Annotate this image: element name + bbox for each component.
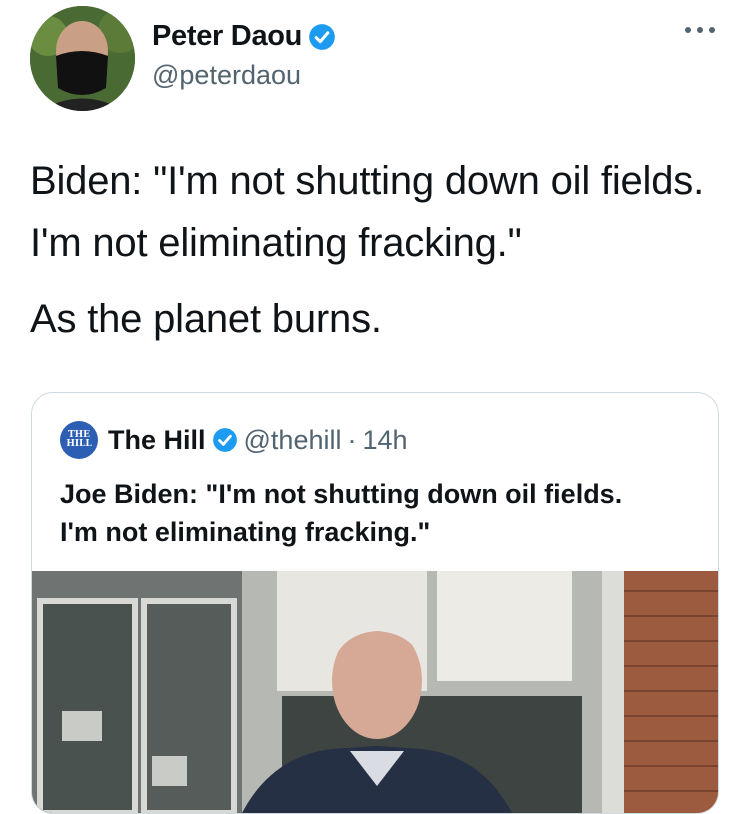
quoted-timestamp[interactable]: 14h [362,425,407,456]
quoted-text-line-2: I'm not eliminating fracking." [60,517,431,547]
avatar-image [30,6,135,111]
author-name-row[interactable]: Peter Daou [152,20,336,53]
quoted-avatar-text-bottom: HILL [66,439,92,449]
quoted-separator: · [347,424,357,455]
quoted-text-line-1: Joe Biden: "I'm not shutting down oil fi… [60,479,623,509]
quoted-tweet-text: Joe Biden: "I'm not shutting down oil fi… [60,475,700,551]
quoted-media-image[interactable] [32,571,718,813]
tweet-text-line-1: Biden: "I'm not shutting down oil fields… [30,159,705,265]
quoted-avatar[interactable]: THE HILL [60,421,98,459]
quoted-tweet-card[interactable]: THE HILL The Hill @thehill · 14h Joe Bid… [31,392,719,814]
author-name[interactable]: Peter Daou [152,20,302,53]
author-avatar[interactable] [30,6,135,111]
more-options-icon[interactable] [679,18,721,42]
quoted-header: The Hill @thehill · 14h [108,421,408,459]
tweet-text-line-2: As the planet burns. [30,297,382,341]
author-handle[interactable]: @peterdaou [152,60,301,91]
quoted-author-name[interactable]: The Hill [108,425,206,456]
verified-badge-icon [309,23,335,50]
tweet-text: Biden: "I'm not shutting down oil fields… [30,150,730,350]
quoted-author-handle[interactable]: @thehill [244,425,342,456]
verified-badge-icon [212,428,237,452]
